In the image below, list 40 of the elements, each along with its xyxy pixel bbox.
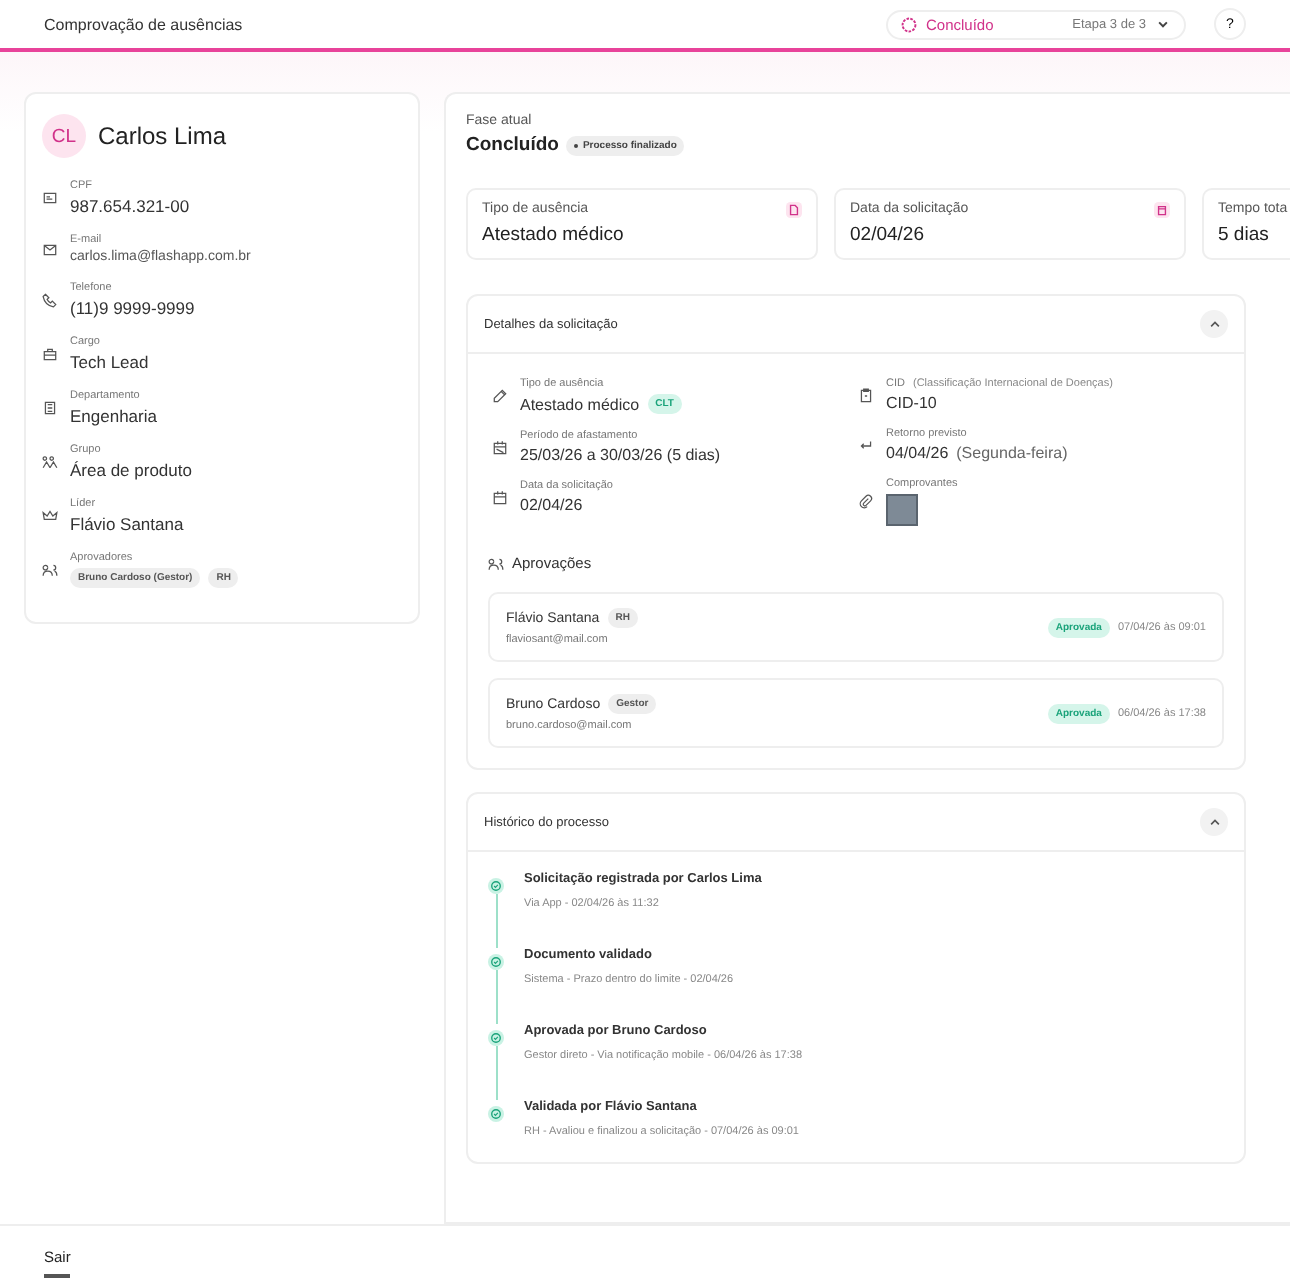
- employee-name: Carlos Lima: [98, 122, 227, 150]
- field-value: 04/04/26: [886, 444, 949, 462]
- weekday-note: (Segunda-feira): [956, 444, 1068, 462]
- id-card-icon: [42, 190, 58, 206]
- return-arrow-icon: [858, 437, 874, 453]
- field-value: (11)9 9999-9999: [70, 298, 195, 318]
- field-value: 987.654.321-00: [70, 196, 190, 216]
- phase-value: Concluído: [466, 134, 559, 156]
- document-thumbnail[interactable]: [886, 494, 918, 526]
- clipboard-icon: [858, 387, 874, 403]
- paperclip-icon: [858, 494, 874, 510]
- field-value: Flávio Santana: [70, 514, 184, 534]
- progress-circle-icon: [900, 15, 918, 33]
- collapse-button[interactable]: [1200, 310, 1228, 338]
- avatar: CL: [42, 114, 86, 158]
- field-value: 25/03/26 a 30/03/26 (5 dias): [520, 446, 721, 464]
- field-value: CID-10: [886, 394, 937, 412]
- group-icon: [42, 454, 58, 470]
- stat-value: 5 dias: [1218, 224, 1271, 246]
- users-icon: [42, 562, 58, 578]
- building-icon: [42, 400, 58, 416]
- briefcase-icon: [42, 346, 58, 362]
- stat-value: 02/04/26: [850, 224, 926, 246]
- field-value: 02/04/26: [520, 496, 583, 514]
- stat-value: Atestado médico: [482, 224, 624, 246]
- page-title: Comprovação de ausências: [44, 15, 243, 33]
- calendar-icon: [1154, 202, 1170, 218]
- document-icon: [786, 202, 802, 218]
- field-value: Tech Lead: [70, 352, 149, 372]
- phone-icon: [42, 292, 58, 308]
- users-icon: [488, 555, 504, 571]
- field-value: Área de produto: [70, 460, 192, 480]
- collapse-button[interactable]: [1200, 808, 1228, 836]
- field-value: Atestado médico: [520, 395, 640, 413]
- calendar-icon: [492, 489, 508, 505]
- calendar-icon: [492, 439, 508, 455]
- mail-icon: [42, 241, 58, 257]
- crown-icon: [42, 508, 58, 524]
- field-value: Engenharia: [70, 406, 157, 426]
- edit-icon: [492, 388, 508, 404]
